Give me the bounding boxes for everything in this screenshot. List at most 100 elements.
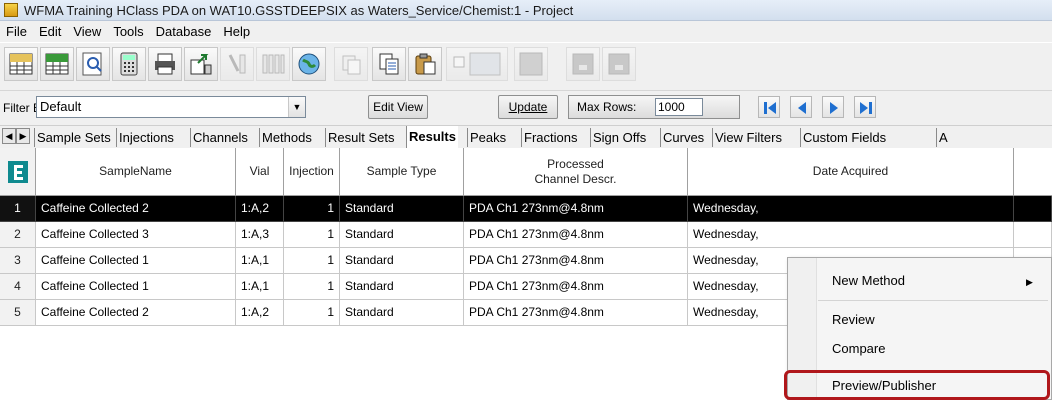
header-vial[interactable]: Vial: [236, 148, 284, 196]
last-page-icon[interactable]: [854, 96, 876, 118]
vial-icon[interactable]: [220, 47, 254, 81]
menu-item-new-method[interactable]: New Method: [832, 273, 905, 288]
cell-injection[interactable]: 1: [284, 222, 340, 248]
max-rows-label: Max Rows:: [577, 100, 637, 114]
cell-channel[interactable]: PDA Ch1 273nm@4.8nm: [464, 274, 688, 300]
cell-extra[interactable]: [1014, 222, 1052, 248]
row-number[interactable]: 1: [0, 196, 36, 222]
row-number[interactable]: 3: [0, 248, 36, 274]
cell-channel[interactable]: PDA Ch1 273nm@4.8nm: [464, 248, 688, 274]
tab-channels[interactable]: Channels: [190, 128, 250, 147]
cell-date-acquired[interactable]: Wednesday,: [688, 196, 1014, 222]
cell-sample-name[interactable]: Caffeine Collected 1: [36, 248, 236, 274]
copy-disabled-icon[interactable]: [334, 47, 368, 81]
cell-sample-type[interactable]: Standard: [340, 274, 464, 300]
first-page-icon[interactable]: [758, 96, 780, 118]
grid-corner[interactable]: [0, 148, 36, 196]
cell-vial[interactable]: 1:A,2: [236, 196, 284, 222]
menu-help[interactable]: Help: [217, 24, 256, 39]
header-injection[interactable]: Injection: [284, 148, 340, 196]
menu-separator: [818, 300, 1048, 301]
cell-sample-name[interactable]: Caffeine Collected 1: [36, 274, 236, 300]
cell-vial[interactable]: 1:A,2: [236, 300, 284, 326]
table-view-icon[interactable]: [4, 47, 38, 81]
title-bar: WFMA Training HClass PDA on WAT10.GSSTDE…: [0, 0, 1052, 21]
cell-injection[interactable]: 1: [284, 196, 340, 222]
globe-icon[interactable]: [292, 47, 326, 81]
cell-injection[interactable]: 1: [284, 274, 340, 300]
cell-sample-type[interactable]: Standard: [340, 196, 464, 222]
review-report-icon[interactable]: [76, 47, 110, 81]
tab-sign-offs[interactable]: Sign Offs: [590, 128, 648, 147]
cell-sample-name[interactable]: Caffeine Collected 3: [36, 222, 236, 248]
header-date-acquired[interactable]: Date Acquired: [688, 148, 1014, 196]
tab-scroll-right-icon[interactable]: ▶: [16, 128, 30, 144]
cell-extra[interactable]: [1014, 196, 1052, 222]
tab-scroll-left-icon[interactable]: ◀: [2, 128, 16, 144]
tab-result-sets[interactable]: Result Sets: [325, 128, 396, 147]
tab-fractions[interactable]: Fractions: [521, 128, 579, 147]
row-number[interactable]: 5: [0, 300, 36, 326]
menu-database[interactable]: Database: [150, 24, 218, 39]
cell-injection[interactable]: 1: [284, 248, 340, 274]
cell-sample-type[interactable]: Standard: [340, 248, 464, 274]
paste-icon[interactable]: [408, 47, 442, 81]
table-row[interactable]: 1 Caffeine Collected 2 1:A,2 1 Standard PDA C…: [0, 196, 1052, 222]
header-processed-channel[interactable]: Processed Channel Descr.: [464, 148, 688, 196]
tab-methods[interactable]: Methods: [259, 128, 314, 147]
calculator-icon[interactable]: [112, 47, 146, 81]
max-rows-input[interactable]: 1000: [655, 98, 703, 116]
menu-tools[interactable]: Tools: [107, 24, 149, 39]
header-sample-type[interactable]: Sample Type: [340, 148, 464, 196]
vials-rack-icon[interactable]: [256, 47, 290, 81]
tab-overflow[interactable]: A: [936, 128, 950, 147]
tab-custom-fields[interactable]: Custom Fields: [800, 128, 888, 147]
cell-sample-name[interactable]: Caffeine Collected 2: [36, 196, 236, 222]
tab-peaks[interactable]: Peaks: [467, 128, 508, 147]
print-icon[interactable]: [148, 47, 182, 81]
table-green-icon[interactable]: [40, 47, 74, 81]
tab-sample-sets[interactable]: Sample Sets: [34, 128, 113, 147]
export-icon[interactable]: [184, 47, 218, 81]
window-small-icon[interactable]: [566, 47, 600, 81]
cell-sample-type[interactable]: Standard: [340, 222, 464, 248]
filter-select[interactable]: Default ▼: [36, 96, 306, 118]
tab-injections[interactable]: Injections: [116, 128, 176, 147]
tab-view-filters[interactable]: View Filters: [712, 128, 784, 147]
previous-page-icon[interactable]: [790, 96, 812, 118]
window-gray-icon[interactable]: [514, 47, 548, 81]
cell-vial[interactable]: 1:A,1: [236, 248, 284, 274]
row-number[interactable]: 2: [0, 222, 36, 248]
copy-icon[interactable]: [372, 47, 406, 81]
menu-view[interactable]: View: [67, 24, 107, 39]
header-extra[interactable]: [1014, 148, 1052, 196]
submenu-arrow-icon: ▶: [1026, 277, 1033, 287]
header-sample-name[interactable]: SampleName: [36, 148, 236, 196]
menu-file[interactable]: File: [0, 24, 33, 39]
edit-view-button[interactable]: Edit View: [368, 95, 428, 119]
window-title: WFMA Training HClass PDA on WAT10.GSSTDE…: [24, 2, 574, 18]
row-number[interactable]: 4: [0, 274, 36, 300]
tab-curves[interactable]: Curves: [660, 128, 706, 147]
menu-item-compare[interactable]: Compare: [832, 341, 885, 356]
cell-date-acquired[interactable]: Wednesday,: [688, 222, 1014, 248]
menu-edit[interactable]: Edit: [33, 24, 67, 39]
chevron-down-icon[interactable]: ▼: [288, 97, 305, 117]
tab-results[interactable]: Results: [406, 126, 458, 148]
checkbox-window-icon[interactable]: [446, 47, 508, 81]
window-small-2-icon[interactable]: [602, 47, 636, 81]
cell-sample-type[interactable]: Standard: [340, 300, 464, 326]
cell-channel[interactable]: PDA Ch1 273nm@4.8nm: [464, 300, 688, 326]
table-row[interactable]: 2 Caffeine Collected 3 1:A,3 1 Standard PDA C…: [0, 222, 1052, 248]
app-icon: [4, 3, 18, 17]
update-button[interactable]: Update: [498, 95, 558, 119]
cell-channel[interactable]: PDA Ch1 273nm@4.8nm: [464, 196, 688, 222]
next-page-icon[interactable]: [822, 96, 844, 118]
cell-sample-name[interactable]: Caffeine Collected 2: [36, 300, 236, 326]
menu-item-review[interactable]: Review: [832, 312, 875, 327]
cell-injection[interactable]: 1: [284, 300, 340, 326]
cell-vial[interactable]: 1:A,1: [236, 274, 284, 300]
cell-vial[interactable]: 1:A,3: [236, 222, 284, 248]
cell-channel[interactable]: PDA Ch1 273nm@4.8nm: [464, 222, 688, 248]
highlight-annotation: [784, 370, 1050, 400]
